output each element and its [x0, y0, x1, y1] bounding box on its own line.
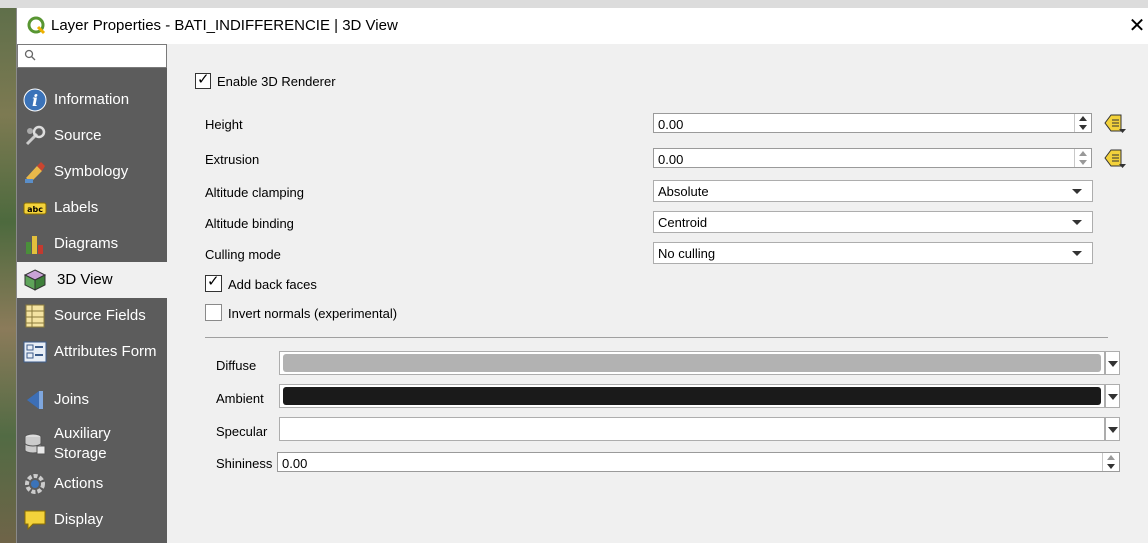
shininess-label: Shininess — [216, 456, 273, 471]
diagrams-icon — [26, 236, 43, 254]
sidebar-item-actions[interactable]: Actions — [17, 466, 167, 502]
height-spin-arrows[interactable] — [1074, 114, 1091, 132]
culling-mode-value: No culling — [658, 246, 716, 261]
section-divider — [205, 337, 1108, 338]
enable-3d-renderer-checkbox[interactable] — [195, 70, 211, 89]
chevron-down-icon — [1072, 189, 1082, 194]
ambient-label: Ambient — [216, 391, 264, 406]
add-back-faces-checkbox[interactable] — [205, 272, 222, 292]
sidebar-item-information[interactable]: i Information — [17, 82, 167, 118]
add-back-faces-label: Add back faces — [228, 277, 317, 292]
chevron-down-icon — [1108, 394, 1118, 400]
diffuse-color-dropdown[interactable] — [1105, 351, 1120, 375]
symbology-icon — [25, 162, 45, 183]
extrusion-spin-arrows[interactable] — [1074, 149, 1091, 167]
height-value: 0.00 — [658, 117, 684, 132]
3d-view-panel: Enable 3D Renderer Height 0.00 Extrusion… — [167, 44, 1148, 543]
sidebar-item-label: Diagrams — [54, 235, 119, 252]
joins-icon — [27, 391, 43, 409]
information-icon: i — [23, 88, 47, 112]
background-map-canvas — [0, 8, 16, 543]
altitude-clamping-select[interactable]: Absolute — [653, 180, 1093, 202]
source-fields-icon — [25, 304, 45, 328]
close-button[interactable]: ✕ — [1125, 14, 1148, 38]
height-spinbox[interactable]: 0.00 — [653, 113, 1092, 133]
diffuse-label: Diffuse — [216, 358, 257, 373]
altitude-binding-label: Altitude binding — [205, 216, 294, 231]
enable-3d-renderer-label: Enable 3D Renderer — [217, 74, 336, 89]
chevron-down-icon — [1108, 427, 1118, 433]
specular-label: Specular — [216, 424, 268, 439]
3d-view-icon — [23, 269, 47, 291]
culling-mode-select[interactable]: No culling — [653, 242, 1093, 264]
sidebar-item-label: Information — [54, 91, 130, 108]
altitude-binding-select[interactable]: Centroid — [653, 211, 1093, 233]
data-defined-override-icon[interactable] — [1101, 147, 1127, 169]
sidebar-item-label: Source Fields — [54, 307, 146, 324]
sidebar-item-labels[interactable]: abc Labels — [17, 190, 167, 226]
window-title: Layer Properties - BATI_INDIFFERENCIE | … — [51, 17, 398, 34]
specular-color-swatch — [283, 420, 1101, 438]
auxiliary-storage-icon — [24, 433, 46, 455]
sidebar-item-label: Symbology — [54, 163, 129, 180]
actions-icon — [25, 474, 45, 494]
specular-color-dropdown[interactable] — [1105, 417, 1120, 441]
altitude-clamping-value: Absolute — [658, 184, 709, 199]
sidebar-item-label: Joins — [54, 391, 90, 408]
data-defined-override-icon[interactable] — [1101, 112, 1127, 134]
sidebar-item-label: Auxiliary Storage — [54, 425, 111, 462]
chevron-down-icon — [1108, 361, 1118, 367]
sidebar-item-auxiliary-storage[interactable]: Auxiliary Storage — [17, 422, 167, 466]
sidebar-item-display[interactable]: Display — [17, 502, 167, 538]
search-icon — [24, 49, 36, 61]
sidebar-search-input[interactable] — [17, 44, 167, 68]
svg-text:abc: abc — [27, 205, 43, 214]
ambient-color-dropdown[interactable] — [1105, 384, 1120, 408]
invert-normals-checkbox[interactable] — [205, 304, 222, 321]
shininess-value: 0.00 — [282, 456, 308, 471]
source-icon — [25, 125, 46, 146]
extrusion-spinbox[interactable]: 0.00 — [653, 148, 1092, 168]
sidebar-item-diagrams[interactable]: Diagrams — [17, 226, 167, 262]
ambient-color-swatch — [283, 387, 1101, 405]
altitude-binding-value: Centroid — [658, 215, 708, 230]
sidebar: i Information Source Symbology abc Label… — [17, 44, 167, 543]
attributes-form-icon — [23, 341, 47, 363]
sidebar-item-source[interactable]: Source — [17, 118, 167, 154]
sidebar-item-symbology[interactable]: Symbology — [17, 154, 167, 190]
diffuse-color-button[interactable] — [279, 351, 1105, 375]
altitude-clamping-label: Altitude clamping — [205, 185, 304, 200]
sidebar-item-joins[interactable]: Joins — [17, 382, 167, 418]
extrusion-value: 0.00 — [658, 152, 684, 167]
invert-normals-label: Invert normals (experimental) — [228, 306, 398, 321]
labels-icon: abc — [23, 202, 47, 215]
sidebar-item-label: Labels — [54, 199, 99, 216]
sidebar-item-label: Source — [54, 127, 102, 144]
specular-color-button[interactable] — [279, 417, 1105, 441]
layer-properties-dialog: Layer Properties - BATI_INDIFFERENCIE | … — [16, 8, 1148, 543]
sidebar-item-label: Attributes Form — [54, 343, 157, 360]
culling-mode-label: Culling mode — [205, 247, 281, 262]
ambient-color-button[interactable] — [279, 384, 1105, 408]
sidebar-item-3d-view[interactable]: 3D View — [17, 262, 167, 298]
extrusion-label: Extrusion — [205, 152, 260, 167]
sidebar-item-attributes-form[interactable]: Attributes Form — [17, 334, 167, 370]
chevron-down-icon — [1072, 220, 1082, 225]
shininess-spinbox[interactable]: 0.00 — [277, 452, 1120, 472]
shininess-spin-arrows[interactable] — [1102, 453, 1119, 471]
height-label: Height — [205, 117, 243, 132]
chevron-down-icon — [1072, 251, 1082, 256]
diffuse-color-swatch — [283, 354, 1101, 372]
title-bar: Layer Properties - BATI_INDIFFERENCIE | … — [17, 8, 1148, 44]
sidebar-item-label: 3D View — [57, 271, 113, 288]
sidebar-item-label: Display — [54, 511, 104, 528]
qgis-logo-icon — [27, 16, 46, 35]
sidebar-item-source-fields[interactable]: Source Fields — [17, 298, 167, 334]
sidebar-item-label: Actions — [54, 475, 104, 492]
display-icon — [24, 510, 46, 531]
svg-text:i: i — [32, 91, 38, 110]
